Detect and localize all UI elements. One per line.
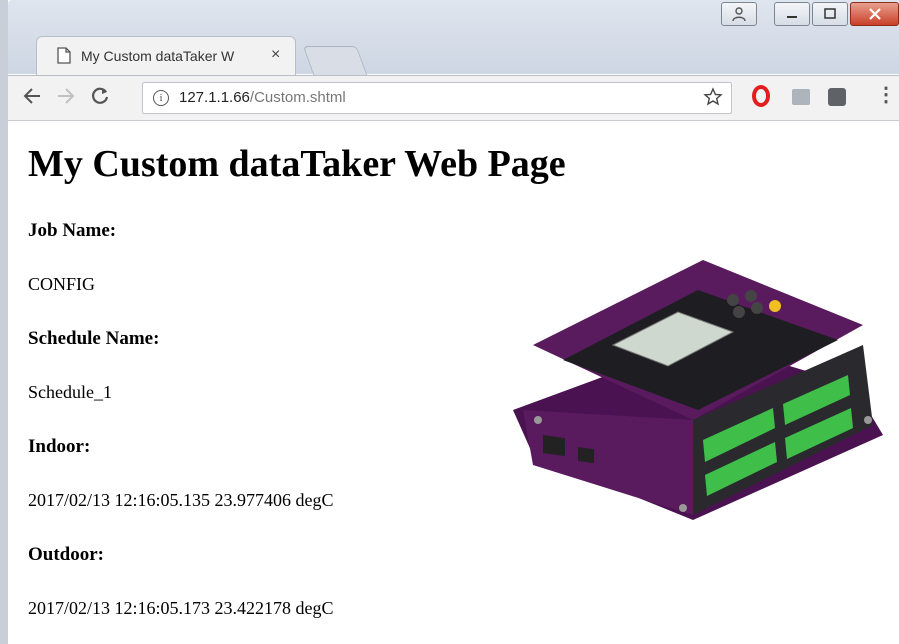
menu-icon[interactable]: ⋮ xyxy=(876,85,896,105)
browser-tab[interactable]: My Custom dataTaker W × xyxy=(36,36,296,76)
window-edge xyxy=(0,0,8,644)
indoor-value: 2017/02/13 12:16:05.135 23.977406 degC xyxy=(28,490,334,510)
new-tab-button[interactable] xyxy=(302,46,368,75)
chat-icon[interactable] xyxy=(792,89,810,105)
url-text[interactable]: 127.1.1.66/Custom.shtml xyxy=(179,89,346,106)
tab-strip: My Custom dataTaker W × xyxy=(8,0,899,76)
tab-title: My Custom dataTaker W xyxy=(81,48,235,64)
outdoor-label: Outdoor: xyxy=(28,544,104,565)
back-icon[interactable] xyxy=(22,86,42,106)
schedule-name-value: Schedule_1 xyxy=(28,382,112,402)
page-title: My Custom dataTaker Web Page xyxy=(28,143,566,185)
url-host: 127.1.1.66 xyxy=(179,89,250,106)
address-bar[interactable]: i 127.1.1.66/Custom.shtml xyxy=(142,82,732,114)
reload-icon[interactable] xyxy=(90,86,110,106)
extension-icon[interactable] xyxy=(828,88,846,106)
page-content: My Custom dataTaker Web Page Job Name: C… xyxy=(8,122,899,644)
browser-toolbar: i 127.1.1.66/Custom.shtml ⋮ xyxy=(8,75,899,121)
minimize-icon[interactable] xyxy=(774,2,810,26)
profile-icon[interactable] xyxy=(721,2,757,26)
browser-window: My Custom dataTaker W × i 127.1.1.66/Cus… xyxy=(0,0,899,644)
info-icon[interactable]: i xyxy=(153,90,169,106)
maximize-icon[interactable] xyxy=(812,2,848,26)
opera-icon[interactable] xyxy=(752,85,770,107)
url-path: /Custom.shtml xyxy=(249,89,346,106)
close-icon[interactable] xyxy=(850,2,899,26)
job-name-value: CONFIG xyxy=(28,274,96,294)
outdoor-value: 2017/02/13 12:16:05.173 23.422178 degC xyxy=(28,598,334,618)
indoor-label: Indoor: xyxy=(28,436,91,457)
job-name-label: Job Name: xyxy=(28,220,117,241)
close-tab-icon[interactable]: × xyxy=(271,46,280,64)
star-icon[interactable] xyxy=(703,87,723,107)
data-logger-image xyxy=(513,260,883,520)
page-icon xyxy=(57,47,71,64)
schedule-name-label: Schedule Name: xyxy=(28,328,160,349)
forward-icon[interactable] xyxy=(56,86,76,106)
